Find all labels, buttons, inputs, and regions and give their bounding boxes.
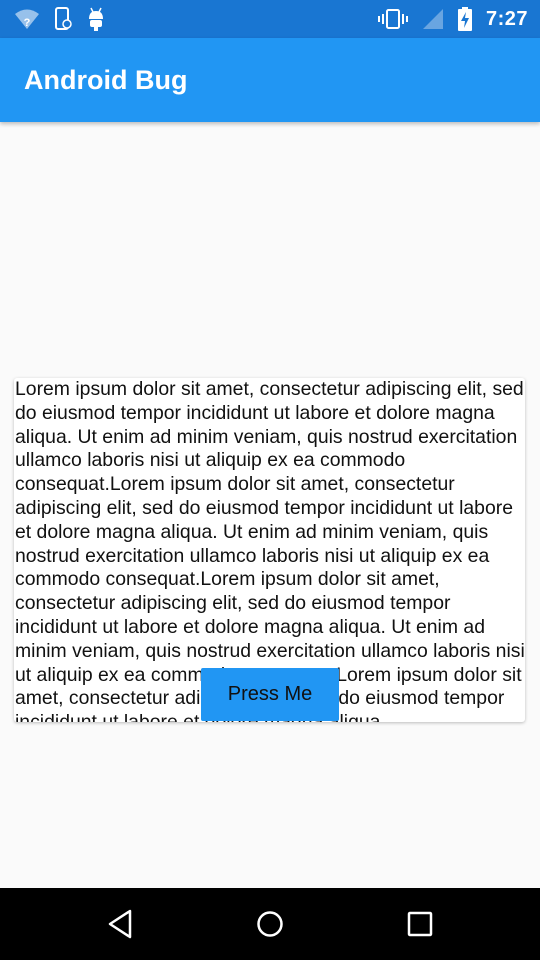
home-icon[interactable] [250,906,290,942]
press-me-button[interactable]: Press Me [201,668,339,721]
signal-empty-icon [422,8,444,30]
status-clock: 7:27 [485,7,528,30]
svg-text:?: ? [24,17,31,29]
android-debug-icon [86,7,106,31]
main-content: Lorem ipsum dolor sit amet, consectetur … [0,122,540,888]
status-right-icons: 7:27 [377,6,528,32]
navigation-bar [0,888,540,960]
wifi-unknown-icon: ? [14,8,40,30]
recents-icon[interactable] [400,906,440,942]
app-bar: Android Bug [0,38,540,122]
back-icon[interactable] [100,906,140,942]
vibrate-icon [377,8,408,30]
status-bar: ? 7:27 [0,0,540,38]
phone-unknown-icon [54,7,72,31]
app-bar-title: Android Bug [24,65,188,95]
battery-charging-icon [457,7,472,31]
status-left-icons: ? [14,6,106,32]
